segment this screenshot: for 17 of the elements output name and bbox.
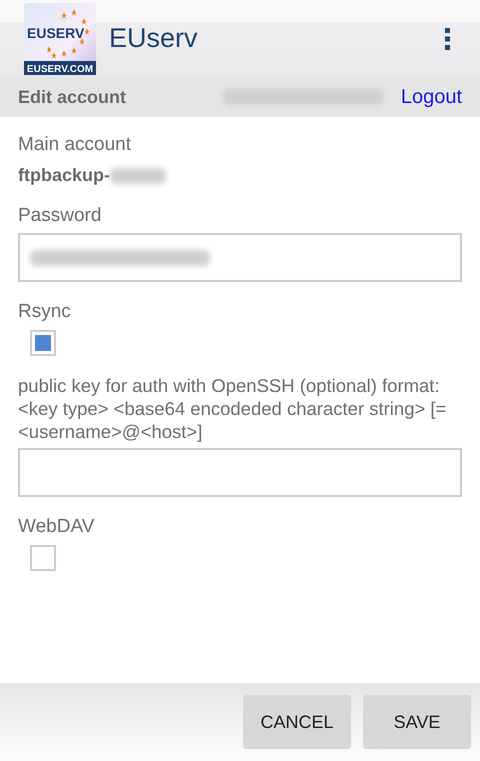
euserv-logo: EUSERV EUSERV.COM bbox=[24, 2, 96, 74]
public-key-field[interactable] bbox=[18, 448, 462, 497]
logout-link[interactable]: Logout bbox=[400, 86, 462, 108]
field-label: Rsync bbox=[18, 300, 72, 324]
field-label: WebDAV bbox=[18, 515, 96, 539]
checkbox[interactable] bbox=[30, 545, 56, 571]
account-name: ftpbackup- bbox=[18, 165, 110, 186]
menu-icon[interactable] bbox=[444, 28, 452, 50]
page-title: Edit account bbox=[18, 86, 128, 108]
field-label: Main account bbox=[18, 133, 132, 157]
field-label: Password bbox=[18, 204, 102, 228]
app-title: EUserv bbox=[109, 23, 199, 54]
field-help-text: public key for auth with OpenSSH (optional) format: <key type> <base64 encodeded character string> [= <username>@<host>] bbox=[18, 374, 448, 443]
password-field[interactable] bbox=[18, 233, 462, 282]
save-button[interactable]: SAVE bbox=[363, 695, 471, 749]
checkbox[interactable] bbox=[30, 330, 56, 356]
cancel-button[interactable]: CANCEL bbox=[243, 695, 351, 749]
